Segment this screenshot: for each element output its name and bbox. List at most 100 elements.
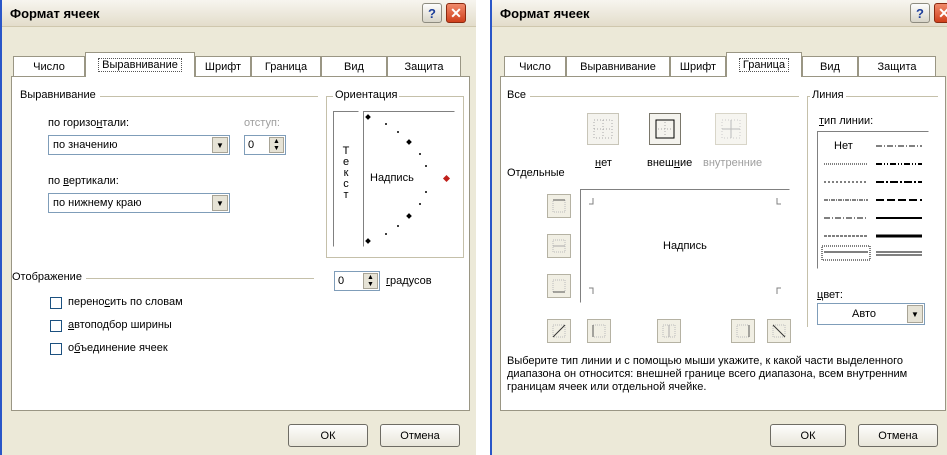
line-type-label: тип линии: (819, 115, 874, 127)
indent-spinner[interactable]: 0 ▲ ▼ (244, 135, 286, 155)
tab-border[interactable]: Граница (726, 52, 802, 77)
cancel-label: Отмена (400, 429, 440, 442)
ok-button[interactable]: ОК (770, 424, 846, 447)
close-button[interactable]: ✕ (934, 3, 947, 23)
tab-view[interactable]: Вид (321, 56, 387, 76)
tab-view[interactable]: Вид (802, 56, 858, 76)
vertical-text-box[interactable]: Текст (333, 111, 359, 247)
close-button[interactable]: ✕ (446, 3, 466, 23)
spin-arrows-icon[interactable]: ▲ ▼ (269, 137, 284, 153)
line-style-list[interactable]: Нет (817, 131, 929, 269)
tab-label: Защита (404, 60, 444, 73)
tab-label: Вид (820, 60, 840, 73)
group-title: Отображение (12, 271, 86, 283)
degrees-label: градусов (386, 275, 432, 287)
color-select[interactable]: Авто ▼ (817, 303, 925, 325)
spin-arrows-icon[interactable]: ▲ ▼ (363, 273, 378, 289)
chevron-down-icon[interactable]: ▼ (212, 137, 228, 153)
color-value: Авто (852, 308, 876, 320)
tab-protection[interactable]: Защита (387, 56, 461, 76)
border-preview[interactable]: Надпись (580, 189, 790, 303)
help-button[interactable]: ? (910, 3, 930, 23)
border-middle-h-button[interactable] (547, 234, 571, 258)
group-title: Выравнивание (20, 89, 100, 101)
format-cells-dialog-border: Формат ячеек ? ✕ Число Выравнивание Шриф… (490, 0, 947, 455)
tab-number[interactable]: Число (13, 56, 85, 76)
merge-cells-checkbox[interactable] (50, 343, 62, 355)
border-left-button[interactable] (587, 319, 611, 343)
border-right-icon (736, 324, 750, 338)
orientation-group: Ориентация Текст Надпись (326, 89, 464, 258)
border-left-icon (592, 324, 606, 338)
tab-label: Граница (738, 58, 790, 72)
tab-protection[interactable]: Защита (858, 56, 936, 76)
border-diagonal-up-button[interactable] (547, 319, 571, 343)
tab-font[interactable]: Шрифт (195, 56, 251, 76)
preset-inside-button (715, 113, 747, 145)
group-title: Все (507, 89, 530, 101)
tab-alignment[interactable]: Выравнивание (85, 52, 195, 77)
border-bottom-button[interactable] (547, 274, 571, 298)
ok-button[interactable]: ОК (288, 424, 368, 447)
group-title: Ориентация (333, 89, 400, 101)
border-diagonal-down-button[interactable] (767, 319, 791, 343)
cancel-button[interactable]: Отмена (380, 424, 460, 447)
orientation-dial[interactable]: Надпись (363, 111, 455, 247)
vertical-select[interactable]: по нижнему краю ▼ (48, 193, 230, 213)
alignment-group: Выравнивание (20, 89, 318, 101)
preset-inside-label: внутренние (703, 157, 763, 169)
help-icon: ? (428, 5, 436, 21)
border-horizontal-icon (552, 239, 566, 253)
indent-label: отступ: (244, 117, 280, 129)
tab-label: Вид (344, 60, 364, 73)
preset-outline-button[interactable] (649, 113, 681, 145)
border-right-button[interactable] (731, 319, 755, 343)
tab-alignment[interactable]: Выравнивание (566, 56, 670, 76)
dialog-title: Формат ячеек (10, 6, 100, 21)
border-outline-icon (655, 119, 675, 139)
diagonal-up-icon (552, 324, 566, 338)
vertical-text-letter: т (343, 189, 349, 201)
autofit-checkbox[interactable] (50, 320, 62, 332)
cancel-button[interactable]: Отмена (858, 424, 938, 447)
help-button[interactable]: ? (422, 3, 442, 23)
border-top-icon (552, 199, 566, 213)
tab-font[interactable]: Шрифт (670, 56, 726, 76)
diagonal-down-icon (772, 324, 786, 338)
horizontal-label: по горизонтали: (48, 117, 130, 129)
vertical-text: Текст (334, 146, 358, 201)
tab-label: Число (33, 60, 65, 73)
border-none-icon (593, 119, 613, 139)
tab-label: Выравнивание (580, 60, 656, 73)
preview-caption: Надпись (663, 240, 707, 252)
preset-none-button[interactable] (587, 113, 619, 145)
color-label: цвет: (817, 289, 843, 301)
chevron-down-icon[interactable]: ▼ (212, 195, 228, 211)
close-icon: ✕ (938, 4, 947, 21)
format-cells-dialog-alignment: Формат ячеек ? ✕ Число Выравнивание Шриф… (0, 0, 476, 455)
wrap-text-label: переносить по словам (68, 296, 183, 308)
hint-text: Выберите тип линии и с помощью мыши укаж… (507, 355, 908, 393)
ok-label: ОК (320, 429, 336, 442)
degrees-value: 0 (338, 275, 345, 287)
chevron-down-icon[interactable]: ▼ (907, 305, 923, 323)
degrees-spinner[interactable]: 0 ▲ ▼ (334, 271, 380, 291)
preset-none-label: нет (595, 157, 612, 169)
horizontal-value: по значению (53, 139, 118, 151)
wrap-text-checkbox[interactable] (50, 297, 62, 309)
all-group: Все (507, 89, 799, 101)
ok-label: ОК (800, 429, 816, 442)
tab-label: Шрифт (204, 60, 242, 73)
border-top-button[interactable] (547, 194, 571, 218)
horizontal-select[interactable]: по значению ▼ (48, 135, 230, 155)
vertical-label: по вертикали: (48, 175, 119, 187)
autofit-label: автоподбор ширины (68, 319, 172, 331)
tab-label: Граница (264, 60, 308, 73)
help-icon: ? (916, 5, 924, 21)
tab-number[interactable]: Число (504, 56, 566, 76)
vertical-value: по нижнему краю (53, 197, 142, 209)
border-middle-v-button[interactable] (657, 319, 681, 343)
line-style-samples (821, 145, 922, 261)
tab-border[interactable]: Граница (251, 56, 321, 76)
title-bar: Формат ячеек ? ✕ (492, 0, 947, 27)
